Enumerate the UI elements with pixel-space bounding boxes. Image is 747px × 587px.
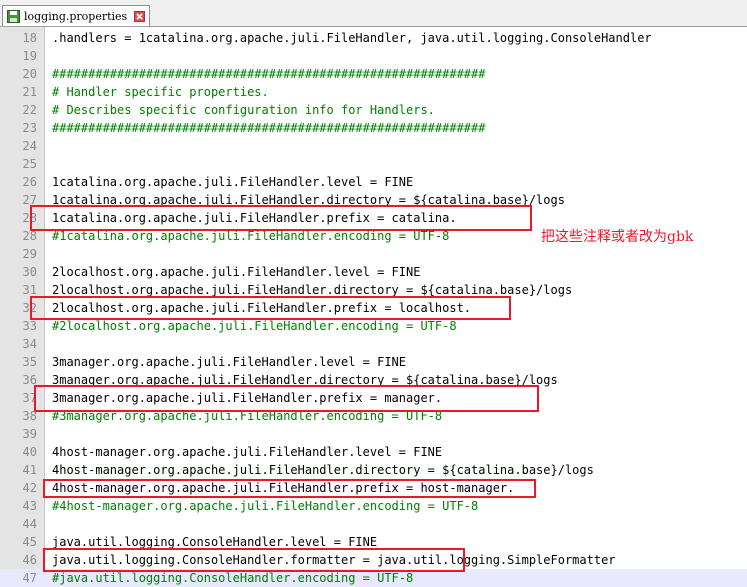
- tab-logging-properties[interactable]: logging.properties: [2, 5, 150, 26]
- code-line[interactable]: 34: [0, 335, 747, 353]
- tab-bar: logging.properties: [0, 0, 747, 27]
- code-line[interactable]: 36 3manager.org.apache.juli.FileHandler.d…: [0, 371, 747, 389]
- code-line[interactable]: 23 ######################################…: [0, 119, 747, 137]
- line-number: 34: [22, 337, 37, 351]
- annotation-note: 把这些注释或者改为gbk: [541, 229, 694, 245]
- code-text: 3manager.org.apache.juli.FileHandler.dir…: [52, 373, 558, 387]
- line-number: 40: [22, 445, 37, 459]
- code-text: 2localhost.org.apache.juli.FileHandler.d…: [52, 283, 573, 297]
- code-text: java.util.logging.ConsoleHandler.formatt…: [52, 553, 616, 567]
- code-line[interactable]: 29: [0, 245, 747, 263]
- code-line[interactable]: 21 # Handler specific properties.: [0, 83, 747, 101]
- code-text: 4host-manager.org.apache.juli.FileHandle…: [52, 445, 443, 459]
- code-line[interactable]: 40 4host-manager.org.apache.juli.FileHand…: [0, 443, 747, 461]
- code-text: 2localhost.org.apache.juli.FileHandler.p…: [52, 301, 472, 315]
- line-number: 23: [22, 121, 37, 135]
- line-number: 18: [22, 31, 37, 45]
- line-number: 38: [22, 409, 37, 423]
- tab-label: logging.properties: [24, 9, 128, 23]
- code-line[interactable]: 42 4host-manager.org.apache.juli.FileHand…: [0, 479, 747, 497]
- code-line[interactable]: 24: [0, 137, 747, 155]
- line-number: 47: [22, 571, 37, 585]
- line-number: 27: [22, 193, 37, 207]
- code-text: 4host-manager.org.apache.juli.FileHandle…: [52, 463, 594, 477]
- line-number: 29: [22, 247, 37, 261]
- line-number: 42: [22, 481, 37, 495]
- code-line[interactable]: 25: [0, 155, 747, 173]
- line-number: 45: [22, 535, 37, 549]
- line-number: 33: [22, 319, 37, 333]
- code-text: java.util.logging.ConsoleHandler.level =…: [52, 535, 378, 549]
- code-line[interactable]: 33 #2localhost.org.apache.juli.FileHandle…: [0, 317, 747, 335]
- code-line[interactable]: 47 #java.util.logging.ConsoleHandler.enco…: [0, 569, 747, 587]
- code-text: 1catalina.org.apache.juli.FileHandler.di…: [52, 193, 565, 207]
- code-text: 3manager.org.apache.juli.FileHandler.pre…: [52, 391, 443, 405]
- code-line[interactable]: 20 ######################################…: [0, 65, 747, 83]
- code-line[interactable]: 44: [0, 515, 747, 533]
- line-number: 28: [22, 211, 37, 225]
- code-text: #1catalina.org.apache.juli.FileHandler.e…: [52, 229, 450, 243]
- code-text: 1catalina.org.apache.juli.FileHandler.pr…: [52, 211, 457, 225]
- code-line[interactable]: 27 1catalina.org.apache.juli.FileHandler.…: [0, 191, 747, 209]
- code-line[interactable]: 37 3manager.org.apache.juli.FileHandler.p…: [0, 389, 747, 407]
- code-text: #java.util.logging.ConsoleHandler.encodi…: [52, 571, 414, 585]
- code-editor[interactable]: 18 .handlers = 1catalina.org.apache.juli.…: [0, 27, 747, 587]
- code-text: .handlers = 1catalina.org.apache.juli.Fi…: [52, 31, 652, 45]
- line-number: 39: [22, 427, 37, 441]
- code-text: ########################################…: [52, 67, 486, 81]
- line-number: 22: [22, 103, 37, 117]
- code-line[interactable]: 30 2localhost.org.apache.juli.FileHandler…: [0, 263, 747, 281]
- code-line[interactable]: 38 #3manager.org.apache.juli.FileHandler.…: [0, 407, 747, 425]
- code-line[interactable]: 31 2localhost.org.apache.juli.FileHandler…: [0, 281, 747, 299]
- code-text: 3manager.org.apache.juli.FileHandler.lev…: [52, 355, 407, 369]
- code-text: # Describes specific configuration info …: [52, 103, 435, 117]
- code-line[interactable]: 26 1catalina.org.apache.juli.FileHandler.…: [0, 173, 747, 191]
- code-text: ########################################…: [52, 121, 486, 135]
- code-text: 2localhost.org.apache.juli.FileHandler.l…: [52, 265, 421, 279]
- line-number: 21: [22, 85, 37, 99]
- code-line[interactable]: 32 2localhost.org.apache.juli.FileHandler…: [0, 299, 747, 317]
- line-number: 31: [22, 283, 37, 297]
- line-number: 46: [22, 553, 37, 567]
- line-number: 44: [22, 517, 37, 531]
- line-number: 43: [22, 499, 37, 513]
- line-number: 35: [22, 355, 37, 369]
- code-line[interactable]: 35 3manager.org.apache.juli.FileHandler.l…: [0, 353, 747, 371]
- line-number: 32: [22, 301, 37, 315]
- line-number: 25: [22, 157, 37, 171]
- line-number: 19: [22, 49, 37, 63]
- code-text: #3manager.org.apache.juli.FileHandler.en…: [52, 409, 443, 423]
- code-text: #2localhost.org.apache.juli.FileHandler.…: [52, 319, 457, 333]
- code-line[interactable]: 46 java.util.logging.ConsoleHandler.forma…: [0, 551, 747, 569]
- close-icon[interactable]: [134, 10, 145, 22]
- code-line[interactable]: 39: [0, 425, 747, 443]
- code-line[interactable]: 18 .handlers = 1catalina.org.apache.juli.…: [0, 29, 747, 47]
- line-number: 30: [22, 265, 37, 279]
- code-text: 4host-manager.org.apache.juli.FileHandle…: [52, 481, 515, 495]
- line-number: 41: [22, 463, 37, 477]
- line-number: 37: [22, 391, 37, 405]
- code-text: 1catalina.org.apache.juli.FileHandler.le…: [52, 175, 414, 189]
- line-number: 24: [22, 139, 37, 153]
- line-number: 36: [22, 373, 37, 387]
- code-text: # Handler specific properties.: [52, 85, 269, 99]
- code-line[interactable]: 41 4host-manager.org.apache.juli.FileHand…: [0, 461, 747, 479]
- code-line[interactable]: 45 java.util.logging.ConsoleHandler.level…: [0, 533, 747, 551]
- code-line[interactable]: 43 #4host-manager.org.apache.juli.FileHan…: [0, 497, 747, 515]
- line-number: 26: [22, 175, 37, 189]
- code-line[interactable]: 22 # Describes specific configuration inf…: [0, 101, 747, 119]
- code-line[interactable]: 28 1catalina.org.apache.juli.FileHandler.…: [0, 209, 747, 227]
- line-number: 28: [22, 229, 37, 243]
- code-line[interactable]: 19: [0, 47, 747, 65]
- save-icon: [7, 9, 20, 23]
- code-text: #4host-manager.org.apache.juli.FileHandl…: [52, 499, 479, 513]
- line-number: 20: [22, 67, 37, 81]
